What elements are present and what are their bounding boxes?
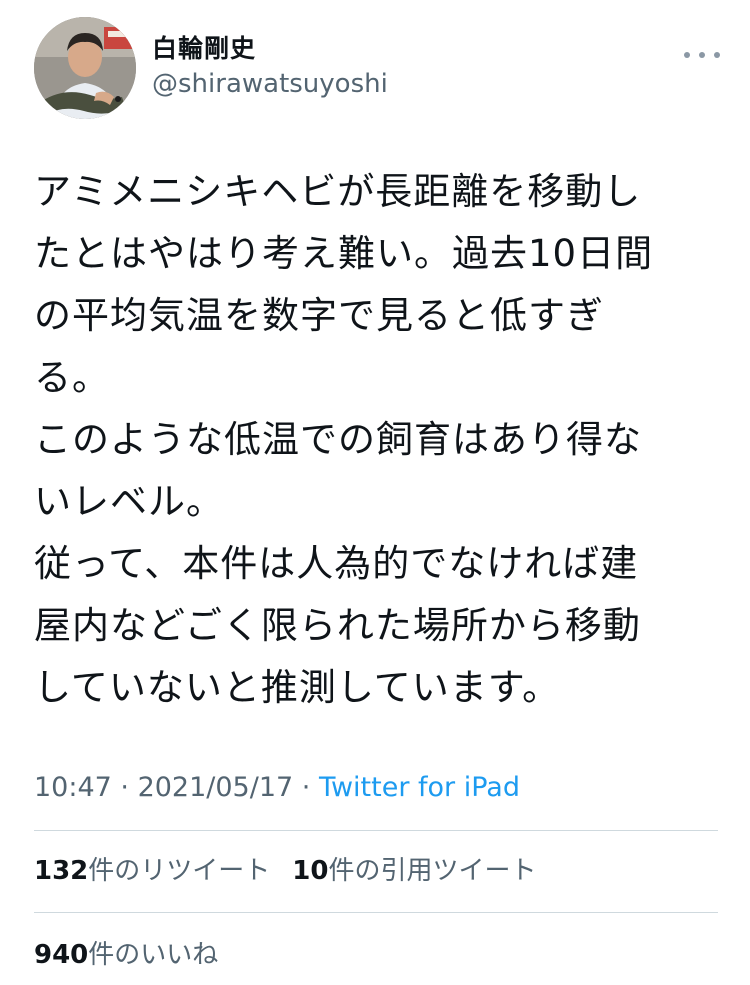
quotes-label: 件の引用ツイート: [328, 856, 537, 886]
retweets-count: 132: [34, 856, 89, 886]
tweet-meta: 10:47 · 2021/05/17 · Twitter for iPad: [34, 770, 520, 806]
meta-separator: ·: [293, 772, 319, 803]
tweet-text-line: いレベル。: [34, 480, 224, 523]
divider: [34, 830, 718, 831]
more-dot-icon: [699, 52, 705, 58]
more-dot-icon: [714, 52, 720, 58]
quote-tweets-stat[interactable]: 10件の引用ツイート: [292, 853, 536, 889]
tweet-text-line: 屋内などごく限られた場所から移動: [34, 604, 641, 647]
user-handle[interactable]: @shirawatsuyoshi: [152, 67, 388, 101]
tweet-text-line: 従って、本件は人為的でなければ建: [34, 542, 639, 585]
display-name[interactable]: 白輪剛史: [152, 33, 388, 65]
likes-label: 件のいいね: [88, 940, 219, 970]
tweet-time[interactable]: 10:47: [34, 772, 112, 803]
more-dot-icon: [684, 52, 690, 58]
tweet-source-link[interactable]: Twitter for iPad: [319, 772, 520, 803]
likes-count: 940: [34, 940, 89, 970]
tweet-text-line: る。: [34, 356, 110, 399]
likes-stat[interactable]: 940件のいいね: [34, 937, 218, 973]
tweet-text: アミメニシキヘビが長距離を移動し たとはやはり考え難い。過去10日間 の平均気温…: [34, 161, 724, 719]
likes-stats-row: 940件のいいね: [34, 937, 240, 973]
meta-separator: ·: [111, 772, 138, 803]
tweet-text-line: たとはやはり考え難い。過去10日間: [34, 232, 654, 275]
more-options-icon[interactable]: [684, 49, 720, 61]
author-info[interactable]: 白輪剛史 @shirawatsuyoshi: [152, 33, 388, 101]
tweet-text-line: の平均気温を数字で見ると低すぎ: [34, 294, 604, 337]
tweet-date[interactable]: 2021/05/17: [138, 772, 294, 803]
tweet-text-line: していないと推測しています。: [34, 666, 561, 709]
tweet-header: 白輪剛史 @shirawatsuyoshi: [34, 17, 724, 121]
profile-photo-avatar-icon: [34, 17, 136, 119]
tweet-text-line: このような低温での飼育はあり得な: [34, 418, 642, 461]
engagement-stats-row: 132件のリツイート 10件の引用ツイート: [34, 853, 559, 889]
avatar[interactable]: [34, 17, 136, 119]
retweets-stat[interactable]: 132件のリツイート: [34, 853, 270, 889]
quotes-count: 10: [292, 856, 329, 886]
retweets-label: 件のリツイート: [88, 856, 271, 886]
tweet-text-line: アミメニシキヘビが長距離を移動し: [34, 170, 642, 213]
divider: [34, 912, 718, 913]
